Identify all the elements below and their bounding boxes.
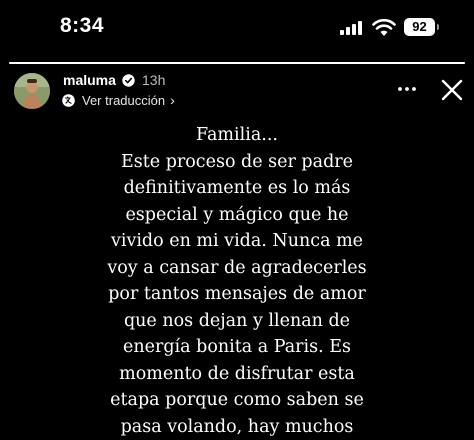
more-options-icon[interactable] (396, 80, 418, 98)
story-text-line: Familia... (62, 122, 412, 149)
translate-button[interactable]: Ver traducción › (62, 91, 175, 109)
close-icon[interactable] (440, 78, 464, 102)
story-text-line: etapa porque como saben se (62, 387, 412, 414)
story-text-line: Este proceso de ser padre (62, 149, 412, 176)
story-text-line: momento de disfrutar esta (62, 361, 412, 388)
username[interactable]: maluma (63, 72, 116, 88)
battery-level: 92 (412, 19, 426, 34)
avatar-image (14, 73, 50, 109)
story-text-line: por tantos mensajes de amor (62, 281, 412, 308)
story-progress-fill (9, 62, 465, 64)
chevron-right-icon: › (170, 92, 175, 108)
story-text-line: especial y mágico que he (62, 202, 412, 229)
cellular-signal-icon (340, 21, 362, 35)
status-bar: 8:34 92 (0, 0, 474, 56)
avatar[interactable] (14, 73, 50, 109)
verified-badge-icon (122, 74, 135, 87)
story-text-line: definitivamente es lo más (62, 175, 412, 202)
globe-translate-icon (62, 94, 75, 107)
story-text-line: vivido en mi vida. Nunca me (62, 228, 412, 255)
story-text-line: voy a cansar de agradecerles (62, 255, 412, 282)
story-text-line: que nos dejan y llenan de (62, 308, 412, 335)
translate-label: Ver traducción (82, 93, 165, 108)
battery-icon: 92 (404, 18, 435, 36)
wifi-icon (372, 19, 396, 37)
status-time: 8:34 (60, 14, 104, 38)
story-text-line: pasa volando, hay muchos (62, 414, 412, 440)
story-text-line: energía bonita a Paris. Es (62, 334, 412, 361)
story-text: Familia... Este proceso de ser padre def… (62, 122, 412, 440)
story-time-ago: 13h (142, 72, 165, 88)
story-progress-bar (9, 62, 465, 64)
battery-tip (437, 24, 439, 30)
